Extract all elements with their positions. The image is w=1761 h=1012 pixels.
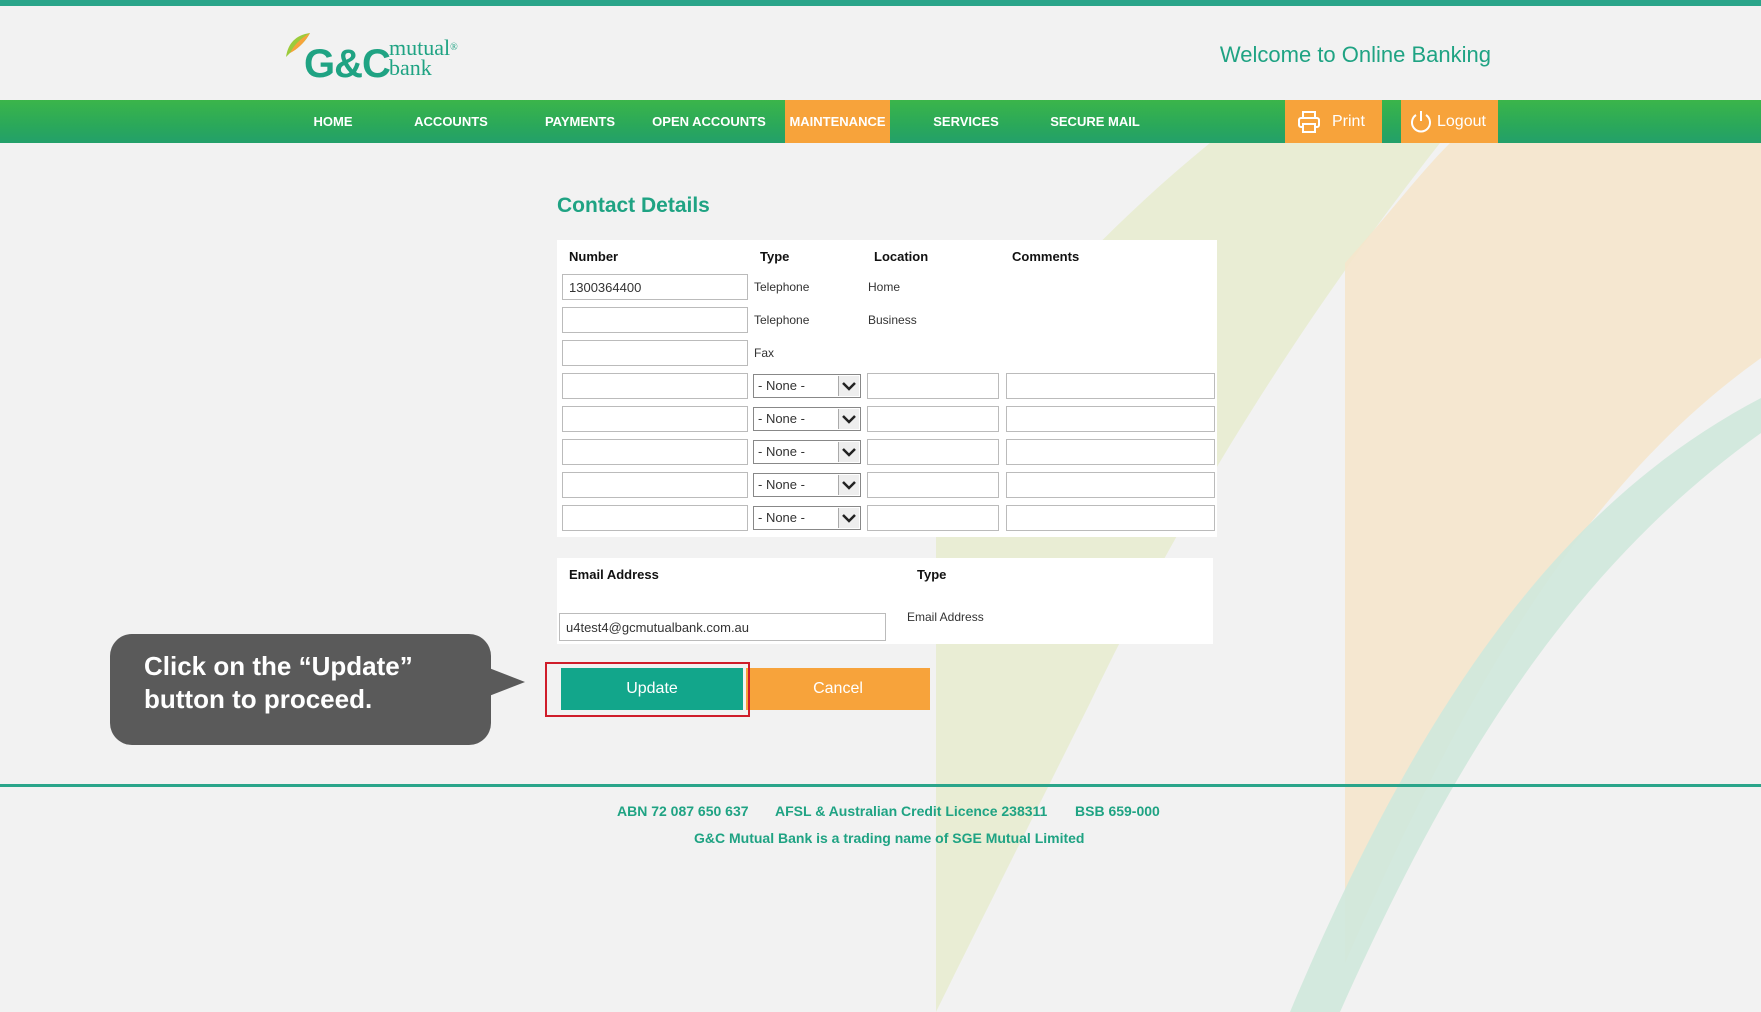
type-select-4[interactable]: - None -: [753, 473, 861, 497]
location-input-3[interactable]: [867, 439, 999, 465]
comments-input-4[interactable]: [1006, 472, 1215, 498]
header-email-type: Type: [917, 567, 947, 582]
logo-gc-text: G&C: [304, 42, 391, 86]
email-panel: Email Address Type Email Address: [557, 558, 1213, 644]
location-home: Home: [868, 280, 901, 294]
type-fax: Fax: [754, 346, 775, 360]
logo-mutual-text: mutual® bank: [389, 37, 458, 80]
nav-home[interactable]: HOME: [300, 100, 366, 143]
type-select-value: - None -: [758, 510, 805, 525]
header-number: Number: [569, 249, 619, 264]
number-input-business[interactable]: [562, 307, 748, 333]
cancel-button[interactable]: Cancel: [746, 668, 930, 710]
logo-bank: bank: [389, 55, 432, 80]
number-input-extra-2[interactable]: [562, 406, 748, 432]
page-title: Contact Details: [557, 194, 710, 217]
callout-text: Click on the “Update” button to proceed.: [144, 650, 413, 716]
logo-registered-mark: ®: [450, 42, 458, 53]
printer-icon: [1298, 111, 1320, 133]
header-type: Type: [760, 249, 790, 264]
callout-line-1: Click on the “Update”: [144, 651, 413, 681]
type-select-value: - None -: [758, 477, 805, 492]
nav-secure-mail[interactable]: SECURE MAIL: [1046, 100, 1144, 143]
location-input-1[interactable]: [867, 373, 999, 399]
chevron-down-icon: [838, 442, 859, 462]
header-location: Location: [874, 249, 929, 264]
nav-open-accounts[interactable]: OPEN ACCOUNTS: [648, 100, 770, 143]
nav-payments[interactable]: PAYMENTS: [538, 100, 622, 143]
nav-maintenance[interactable]: MAINTENANCE: [785, 100, 890, 143]
chevron-down-icon: [838, 409, 859, 429]
comments-input-5[interactable]: [1006, 505, 1215, 531]
print-label: Print: [1332, 113, 1365, 130]
header-email-address: Email Address: [569, 567, 659, 582]
type-telephone: Telephone: [754, 313, 810, 327]
chevron-down-icon: [838, 508, 859, 528]
print-button[interactable]: Print: [1285, 100, 1382, 143]
footer-divider: [0, 784, 1761, 787]
type-select-1[interactable]: - None -: [753, 374, 861, 398]
chevron-down-icon: [838, 376, 859, 396]
callout-line-2: button to proceed.: [144, 684, 373, 714]
instruction-callout: Click on the “Update” button to proceed.: [110, 634, 491, 745]
number-input-home[interactable]: [562, 274, 748, 300]
location-input-2[interactable]: [867, 406, 999, 432]
email-input[interactable]: [559, 613, 886, 641]
number-input-extra-3[interactable]: [562, 439, 748, 465]
footer-abn: ABN 72 087 650 637: [617, 803, 749, 819]
type-select-value: - None -: [758, 444, 805, 459]
location-input-5[interactable]: [867, 505, 999, 531]
location-input-4[interactable]: [867, 472, 999, 498]
comments-input-2[interactable]: [1006, 406, 1215, 432]
type-select-value: - None -: [758, 378, 805, 393]
chevron-down-icon: [838, 475, 859, 495]
number-input-extra-1[interactable]: [562, 373, 748, 399]
contact-numbers-panel: Number Type Location Comments Telephone …: [557, 240, 1217, 537]
main-nav: HOME ACCOUNTS PAYMENTS OPEN ACCOUNTS MAI…: [0, 100, 1761, 143]
callout-pointer: [489, 668, 525, 696]
update-highlight-box: [545, 662, 750, 717]
email-type-value: Email Address: [907, 610, 984, 624]
number-input-extra-4[interactable]: [562, 472, 748, 498]
power-icon: [1411, 111, 1431, 133]
type-telephone: Telephone: [754, 280, 810, 294]
logout-button[interactable]: Logout: [1401, 100, 1498, 143]
number-input-fax[interactable]: [562, 340, 748, 366]
type-select-5[interactable]: - None -: [753, 506, 861, 530]
welcome-message: Welcome to Online Banking: [1219, 42, 1491, 67]
footer-bsb: BSB 659-000: [1075, 803, 1160, 819]
type-select-3[interactable]: - None -: [753, 440, 861, 464]
type-select-2[interactable]: - None -: [753, 407, 861, 431]
footer-trading-name: G&C Mutual Bank is a trading name of SGE…: [694, 830, 1085, 846]
nav-services[interactable]: SERVICES: [928, 100, 1004, 143]
location-business: Business: [868, 313, 917, 327]
logout-label: Logout: [1437, 113, 1486, 130]
nav-accounts[interactable]: ACCOUNTS: [407, 100, 495, 143]
comments-input-3[interactable]: [1006, 439, 1215, 465]
type-select-value: - None -: [758, 411, 805, 426]
comments-input-1[interactable]: [1006, 373, 1215, 399]
number-input-extra-5[interactable]: [562, 505, 748, 531]
bank-logo[interactable]: G&C mutual® bank: [284, 28, 484, 88]
header-comments: Comments: [1012, 249, 1080, 264]
footer-afsl: AFSL & Australian Credit Licence 238311: [775, 803, 1048, 819]
header: G&C mutual® bank Welcome to Online Banki…: [0, 6, 1761, 100]
